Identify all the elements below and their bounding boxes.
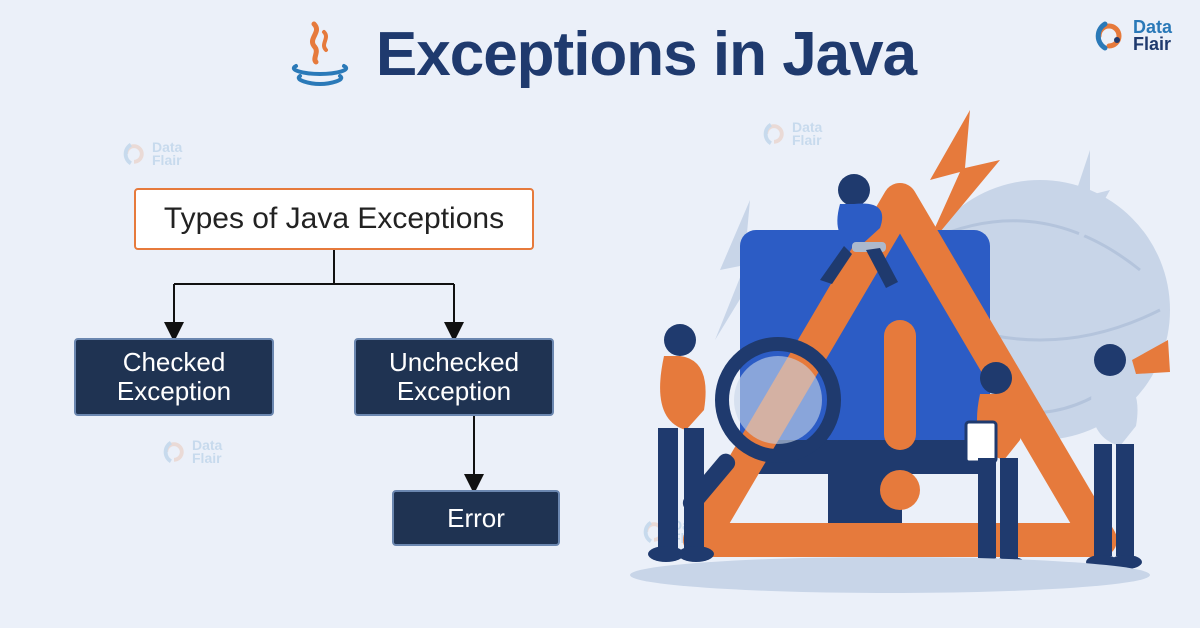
unchecked-exception-node: Unchecked Exception [354, 338, 554, 416]
header: Exceptions in Java [0, 18, 1200, 90]
warning-illustration [600, 110, 1180, 620]
logo-text: Data Flair [1133, 19, 1172, 53]
checked-exception-node: Checked Exception [74, 338, 274, 416]
error-node: Error [392, 490, 560, 546]
watermark: DataFlair [120, 140, 182, 168]
page-title: Exceptions in Java [376, 19, 916, 90]
root-node: Types of Java Exceptions [134, 188, 534, 250]
brand-logo: Data Flair [1091, 18, 1172, 54]
java-icon [284, 18, 356, 90]
logo-icon [1091, 18, 1127, 54]
logo-text-flair: Flair [1133, 36, 1172, 53]
